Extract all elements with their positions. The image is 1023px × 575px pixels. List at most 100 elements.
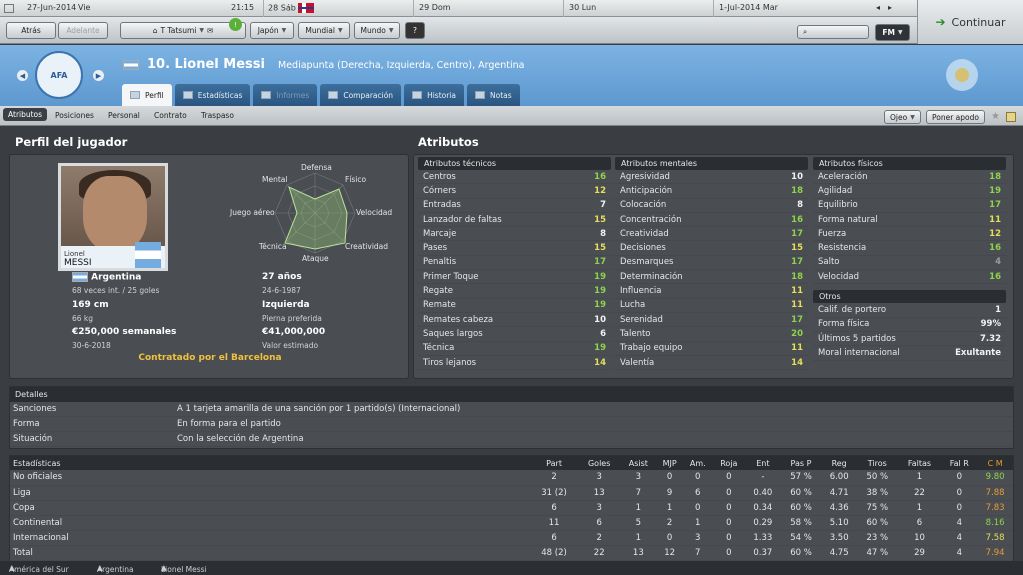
- attribute-row[interactable]: Influencia 11: [615, 284, 808, 299]
- scout-button[interactable]: Ojeo ▼: [884, 110, 921, 124]
- back-button[interactable]: Atrás: [6, 22, 56, 39]
- attribute-row[interactable]: Entradas 7: [418, 199, 611, 213]
- subtab-traspaso[interactable]: Traspaso: [201, 111, 234, 120]
- attribute-row[interactable]: Técnica 19: [418, 342, 611, 356]
- attribute-row[interactable]: Equilibrio 17: [813, 199, 1006, 213]
- attribute-row[interactable]: Fuerza 12: [813, 227, 1006, 242]
- stats-header-cell[interactable]: MJP: [656, 456, 683, 470]
- attribute-row[interactable]: Córners 12: [418, 184, 611, 199]
- stats-header-cell[interactable]: Fal R: [941, 456, 978, 470]
- attribute-row[interactable]: Decisiones 15: [615, 241, 808, 256]
- attribute-row[interactable]: Valentía 14: [615, 356, 808, 371]
- subtab-posiciones[interactable]: Posiciones: [55, 111, 94, 120]
- note-icon[interactable]: [1006, 112, 1016, 122]
- cal-next-icon[interactable]: ▸: [888, 3, 892, 12]
- stats-header-cell[interactable]: Goles: [578, 456, 621, 470]
- subtab-contrato[interactable]: Contrato: [154, 111, 187, 120]
- nickname-button[interactable]: Poner apodo: [926, 110, 985, 124]
- tab-informes[interactable]: Informes: [253, 84, 318, 106]
- attribute-row[interactable]: Últimos 5 partidos 7.32: [813, 332, 1006, 347]
- cal-prev-icon[interactable]: ◂: [876, 3, 880, 12]
- breadcrumb-player[interactable]: Lionel Messi ▲: [161, 563, 207, 574]
- stats-header-cell[interactable]: Reg: [821, 456, 857, 470]
- notification-icon[interactable]: !: [229, 18, 242, 31]
- stats-header-cell[interactable]: Roja: [712, 456, 746, 470]
- tab-perfil[interactable]: Perfil: [122, 84, 172, 106]
- cal-day-1[interactable]: 28 Sáb: [268, 3, 315, 13]
- stats-row[interactable]: Liga 31 (2) 13 7 9 6 0 0.40 60 % 4.71 38 % 22 0 7.88: [10, 485, 1013, 501]
- attribute-row[interactable]: Colocación 8: [615, 199, 808, 213]
- attribute-row[interactable]: Resistencia 16: [813, 241, 1006, 256]
- attribute-value: 6: [600, 328, 606, 339]
- help-button[interactable]: ?: [405, 22, 425, 39]
- breadcrumb-region[interactable]: América del Sur ▲: [9, 563, 69, 574]
- attribute-row[interactable]: Concentración 16: [615, 213, 808, 228]
- attribute-row[interactable]: Creatividad 17: [615, 227, 808, 242]
- stats-row[interactable]: Total 48 (2) 22 13 12 7 0 0.37 60 % 4.75 47 % 29 4 7.…: [10, 545, 1013, 561]
- attribute-row[interactable]: Trabajo equipo 11: [615, 342, 808, 356]
- attribute-row[interactable]: Forma física 99%: [813, 318, 1006, 332]
- attribute-value: 19: [594, 343, 606, 354]
- attribute-row[interactable]: Pases 15: [418, 241, 611, 256]
- attribute-row[interactable]: Forma natural 11: [813, 213, 1006, 228]
- attribute-row[interactable]: Velocidad 16: [813, 270, 1006, 285]
- attribute-row[interactable]: Aceleración 18: [813, 170, 1006, 185]
- attribute-row[interactable]: Remate 19: [418, 299, 611, 313]
- stats-row[interactable]: Copa 6 3 1 1 0 0 0.34 60 % 4.36 75 % 1 0 7.83: [10, 500, 1013, 516]
- mundo-button[interactable]: Mundo ▼: [354, 22, 400, 39]
- attribute-row[interactable]: Salto 4: [813, 256, 1006, 271]
- subtab-personal[interactable]: Personal: [108, 111, 140, 120]
- attribute-row[interactable]: Lucha 11: [615, 299, 808, 313]
- attribute-row[interactable]: Determinación 18: [615, 270, 808, 285]
- attribute-row[interactable]: Lanzador de faltas 15: [418, 213, 611, 228]
- attribute-row[interactable]: Agilidad 19: [813, 184, 1006, 199]
- attribute-row[interactable]: Marcaje 8: [418, 227, 611, 242]
- stats-header-cell[interactable]: Pas P: [780, 456, 822, 470]
- attribute-row[interactable]: Regate 19: [418, 284, 611, 299]
- stats-row[interactable]: No oficiales 2 3 3 0 0 0-57 % 6.00 50 % 1 0 9.80: [10, 470, 1013, 486]
- attribute-row[interactable]: Saques largos 6: [418, 327, 611, 342]
- breadcrumb-country[interactable]: Argentina ▲: [97, 563, 134, 574]
- stats-header-cell[interactable]: Ent: [745, 456, 781, 470]
- attribute-row[interactable]: Talento 20: [615, 327, 808, 342]
- attribute-row[interactable]: Primer Toque 19: [418, 270, 611, 285]
- attribute-row[interactable]: Tiros lejanos 14: [418, 356, 611, 371]
- forward-button[interactable]: Adelante: [58, 22, 108, 39]
- manager-button[interactable]: ⌂ T Tatsumi ▼ ✉: [120, 22, 246, 39]
- mundial-button[interactable]: Mundial ▼: [298, 22, 350, 39]
- search-input[interactable]: ⌕: [797, 25, 869, 39]
- continue-button[interactable]: ➔ Continuar: [917, 0, 1023, 44]
- cal-day-3[interactable]: 30 Lun: [569, 3, 596, 12]
- attribute-row[interactable]: Anticipación 18: [615, 184, 808, 199]
- attribute-row[interactable]: Moral internacional Exultante: [813, 346, 1006, 361]
- tab-comparacion[interactable]: Comparación: [320, 84, 402, 106]
- attribute-row[interactable]: Agresividad 10: [615, 170, 808, 185]
- cal-day-2[interactable]: 29 Dom: [419, 3, 451, 12]
- stats-header-cell[interactable]: Am.: [682, 456, 713, 470]
- stats-header-cell[interactable]: Faltas: [897, 456, 942, 470]
- fm-menu-button[interactable]: FM ▼: [875, 24, 910, 41]
- stats-row[interactable]: Internacional 6 2 1 0 3 0 1.33 54 % 3.50 23 % 10 4 7.…: [10, 530, 1013, 546]
- stats-row[interactable]: Continental 11 6 5 2 1 0 0.29 58 % 5.10 60 % 6 4 8.16: [10, 515, 1013, 531]
- stats-header-cell[interactable]: Asist: [620, 456, 657, 470]
- stats-header-cell[interactable]: Tiros: [856, 456, 898, 470]
- tab-historia[interactable]: Historia: [404, 84, 464, 106]
- country-button[interactable]: Japón ▼: [250, 22, 294, 39]
- prev-player-icon[interactable]: ◀: [17, 70, 28, 81]
- attribute-row[interactable]: Penaltis 17: [418, 256, 611, 271]
- stats-header-cell[interactable]: Estadísticas: [10, 456, 530, 470]
- subtab-atributos[interactable]: Atributos: [3, 108, 48, 121]
- attribute-row[interactable]: Serenidad 17: [615, 313, 808, 328]
- cal-day-4[interactable]: 1-Jul-2014 Mar: [719, 3, 778, 12]
- stats-header-cell[interactable]: Part: [530, 456, 579, 470]
- next-player-icon[interactable]: ▶: [93, 70, 104, 81]
- stats-header-cell[interactable]: C M: [977, 456, 1013, 470]
- tab-estadisticas[interactable]: Estadísticas: [174, 84, 251, 106]
- attribute-row[interactable]: Remates cabeza 10: [418, 313, 611, 328]
- star-icon[interactable]: ★: [991, 111, 1000, 122]
- technical-attributes: Atributos técnicos Centros 16 Córners 12 Ent…: [418, 157, 611, 379]
- tab-notas[interactable]: Notas: [467, 84, 520, 106]
- attribute-row[interactable]: Calif. de portero 1: [813, 303, 1006, 318]
- attribute-row[interactable]: Desmarques 17: [615, 256, 808, 271]
- attribute-row[interactable]: Centros 16: [418, 170, 611, 185]
